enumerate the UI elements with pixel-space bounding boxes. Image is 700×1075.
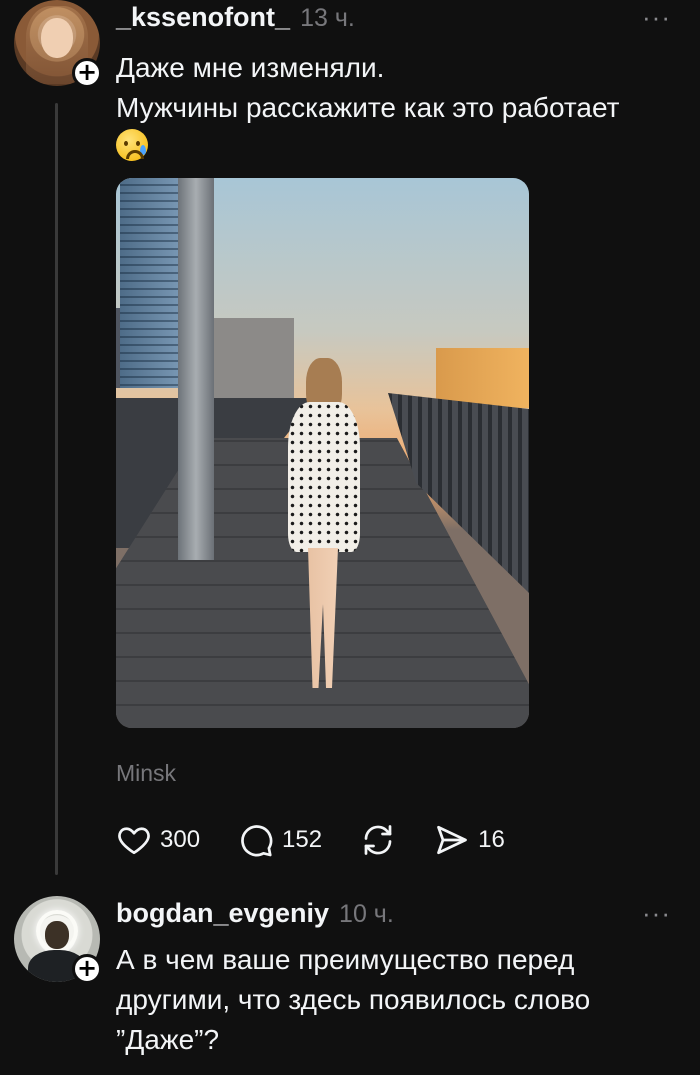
post-text: А в чем ваше преимущество перед другими,… xyxy=(116,940,686,1060)
post-actions: 300 152 16 xyxy=(116,815,543,865)
post-header: _kssenofont_ 13 ч. xyxy=(116,2,355,36)
comment-count: 152 xyxy=(282,826,323,853)
repost-icon xyxy=(364,825,392,855)
post-photo[interactable] xyxy=(116,178,529,728)
repost-button[interactable] xyxy=(360,822,396,858)
post-time: 13 ч. xyxy=(300,4,355,32)
post-text: Даже мне изменяли. Мужчины расскажите ка… xyxy=(116,48,686,168)
send-icon xyxy=(437,825,467,855)
follow-plus-icon[interactable]: + xyxy=(72,58,102,88)
share-count: 16 xyxy=(478,826,505,853)
comment-button[interactable]: 152 xyxy=(238,822,322,858)
avatar[interactable]: + xyxy=(14,896,102,984)
share-button[interactable]: 16 xyxy=(434,822,505,858)
like-count: 300 xyxy=(160,826,201,853)
follow-plus-icon[interactable]: + xyxy=(72,954,102,984)
more-options-icon[interactable]: ··· xyxy=(642,898,671,929)
post-text-line: Даже мне изменяли. xyxy=(116,52,385,83)
thread-post: + _kssenofont_ 13 ч. ··· Даже мне изменя… xyxy=(0,0,700,880)
post-text-line: Мужчины расскажите как это работает xyxy=(116,92,620,123)
post-header: bogdan_evgeniy 10 ч. xyxy=(116,898,394,932)
post-time: 10 ч. xyxy=(339,900,394,928)
username[interactable]: bogdan_evgeniy xyxy=(116,898,329,929)
more-options-icon[interactable]: ··· xyxy=(642,2,671,33)
like-button[interactable]: 300 xyxy=(116,822,200,858)
heart-icon xyxy=(118,827,150,855)
comment-bubble-icon xyxy=(241,825,273,857)
thread-reply: + bogdan_evgeniy 10 ч. ··· А в чем ваше … xyxy=(0,880,700,1075)
post-text-line: А в чем ваше преимущество перед xyxy=(116,944,575,975)
post-text-line: другими, что здесь появилось слово xyxy=(116,984,591,1015)
crying-face-emoji-icon xyxy=(116,129,148,161)
username[interactable]: _kssenofont_ xyxy=(116,2,290,33)
post-location[interactable]: Minsk xyxy=(116,760,176,787)
post-text-line: ”Даже”? xyxy=(116,1024,220,1055)
thread-line xyxy=(55,103,58,875)
avatar[interactable]: + xyxy=(14,0,102,88)
